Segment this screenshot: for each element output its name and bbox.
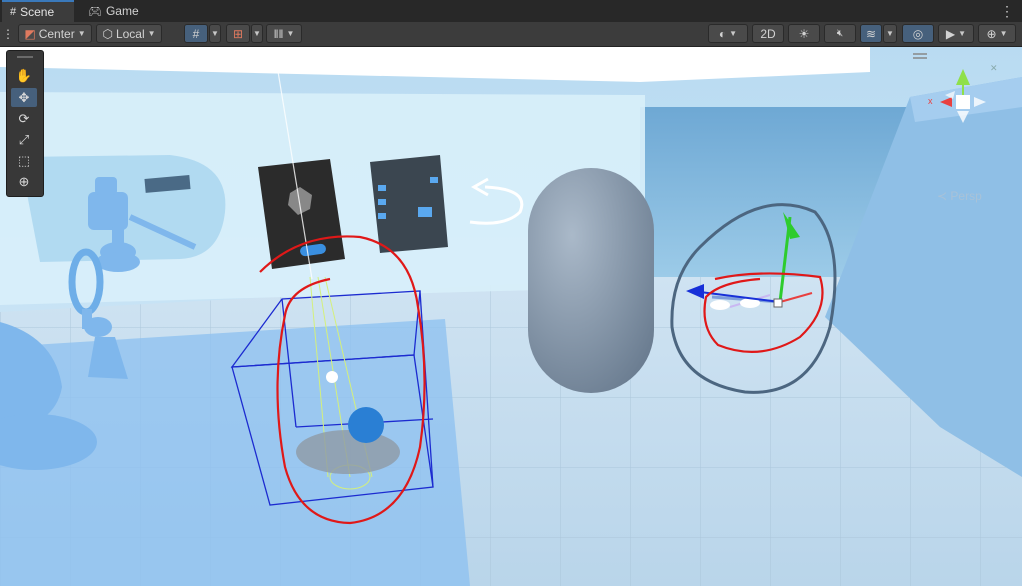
scale-icon: ⤢ [18, 131, 30, 147]
chevron-down-icon: ▼ [999, 29, 1008, 38]
chevron-down-icon: ▼ [286, 29, 295, 38]
grid-snap-toggle[interactable]: # [184, 24, 208, 43]
rotate-icon: ⟳ [18, 110, 30, 126]
chevron-down-icon: ▼ [147, 29, 156, 38]
pivot-rotation-dropdown[interactable]: ⬡ Local ▼ [96, 24, 162, 43]
transform-icon: ⊕ [18, 173, 30, 189]
scene-tab-bar: # Scene 🎮︎ Game ⋮ [0, 0, 1022, 23]
chevron-down-icon: ▼ [958, 29, 967, 38]
chevron-down-icon: ▼ [886, 29, 894, 38]
pivot-rotation-label: Local [115, 26, 145, 41]
camera-icon: ▶ [945, 26, 956, 41]
hand-icon: ✋ [15, 67, 33, 83]
tab-game-label: Game [105, 4, 139, 18]
pivot-mode-dropdown[interactable]: ◩ Center ▼ [18, 24, 92, 43]
ruler-dropdown[interactable]: ‖‖ ▼ [266, 24, 302, 43]
gizmos-icon: ⊕ [986, 26, 997, 41]
hand-tool[interactable]: ✋ [11, 66, 37, 85]
grid-snap-dropdown[interactable]: ▼ [209, 24, 221, 43]
increment-snap-icon: ⊞ [232, 26, 244, 41]
perspective-icon: ≺ [937, 189, 948, 203]
chevron-down-icon: ▼ [211, 29, 219, 38]
2d-toggle-button[interactable]: 2D [752, 24, 784, 43]
tool-palette: ✋ ✥ ⟳ ⤢ ⬚ ⊕ [6, 50, 44, 197]
scale-tool[interactable]: ⤢ [11, 130, 37, 149]
eye-slash-icon: ◎ [912, 26, 924, 41]
tab-scene[interactable]: # Scene [2, 0, 74, 22]
audio-mute-icon: 🔇︎ [836, 28, 844, 39]
toolbar-grip: ⋮ [2, 26, 14, 41]
scene-toolbar: ⋮ ◩ Center ▼ ⬡ Local ▼ # ▼ ⊞ ▼ ‖‖ ▼ ◐ ▼ … [0, 22, 1022, 47]
2d-toggle-label: 2D [760, 26, 776, 41]
pivot-mode-label: Center [38, 26, 75, 41]
shading-mode-dropdown[interactable]: ◐ ▼ [708, 24, 748, 43]
projection-label-text: Persp [950, 189, 982, 203]
effects-dropdown[interactable]: ▼ [883, 24, 897, 43]
ruler-icon: ‖‖ [273, 26, 284, 41]
lightbulb-icon: ☀ [798, 26, 810, 41]
pivot-center-icon: ◩ [24, 26, 36, 41]
scene-render: x [0, 47, 1022, 586]
gizmos-dropdown[interactable]: ⊕ ▼ [978, 24, 1016, 43]
move-tool[interactable]: ✥ [11, 88, 37, 107]
chevron-down-icon: ▼ [77, 29, 86, 38]
chevron-down-icon: ▼ [253, 29, 261, 38]
increment-snap-dropdown[interactable]: ▼ [251, 24, 263, 43]
more-options-icon[interactable]: ⋮ [1000, 3, 1014, 20]
rect-icon: ⬚ [17, 152, 31, 168]
rect-tool[interactable]: ⬚ [11, 151, 37, 170]
rotate-tool[interactable]: ⟳ [11, 109, 37, 128]
grid-icon: # [10, 6, 17, 18]
orientation-gizmo[interactable] [925, 67, 995, 137]
grid-snap-icon: # [192, 26, 200, 41]
increment-snap-toggle[interactable]: ⊞ [226, 24, 250, 43]
projection-label[interactable]: ≺ Persp [937, 189, 982, 203]
local-cube-icon: ⬡ [102, 26, 113, 41]
shading-sphere-icon: ◐ [718, 26, 727, 41]
effects-toggle[interactable]: ≋ [860, 24, 882, 43]
gamepad-icon: 🎮︎ [88, 5, 102, 18]
effects-layers-icon: ≋ [865, 26, 877, 41]
scene-viewport[interactable]: x ≺ Persp ✕ [0, 47, 1022, 586]
lighting-toggle[interactable]: ☀ [788, 24, 820, 43]
gizmo-close-icon[interactable]: ✕ [990, 63, 998, 74]
scene-visibility-toggle[interactable]: ◎ [902, 24, 934, 43]
tool-palette-grip[interactable] [17, 56, 33, 58]
chevron-down-icon: ▼ [729, 29, 738, 38]
camera-settings-dropdown[interactable]: ▶ ▼ [938, 24, 974, 43]
tab-scene-label: Scene [20, 5, 55, 19]
tab-game[interactable]: 🎮︎ Game [80, 0, 152, 22]
audio-toggle[interactable]: 🔇︎ [824, 24, 856, 43]
move-icon: ✥ [18, 89, 30, 105]
transform-tool[interactable]: ⊕ [11, 172, 37, 191]
